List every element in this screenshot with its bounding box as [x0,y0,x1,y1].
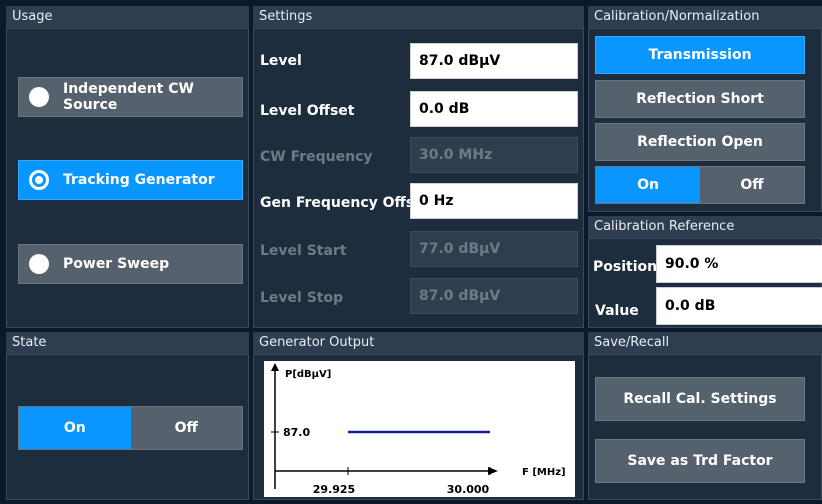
usage-option-label: Independent CW Source [63,81,194,113]
generator-output-plot: P[dBµV] 87.0 F [MHz] 29.925 30.000 [271,363,566,496]
calibration-off-button[interactable]: Off [700,167,804,203]
state-on-off-toggle[interactable]: On Off [18,406,243,450]
level-start-field: 77.0 dBµV [410,231,578,267]
save-recall-panel: Recall Cal. Settings Save as Trd Factor [588,354,822,500]
cw-frequency-label: CW Frequency [260,149,373,165]
value-field[interactable]: 0.0 dB [656,287,822,325]
level-start-label: Level Start [260,243,347,259]
usage-panel: Independent CW Source Tracking Generator… [6,28,249,328]
cw-frequency-field: 30.0 MHz [410,137,578,173]
level-stop-label: Level Stop [260,290,344,306]
level-stop-field: 87.0 dBµV [410,278,578,314]
level-offset-label: Level Offset [260,103,355,119]
usage-option-power-sweep[interactable]: Power Sweep [18,244,243,284]
calibration-on-off-toggle[interactable]: On Off [595,166,805,204]
generator-output-graph: P[dBµV] 87.0 F [MHz] 29.925 30.000 [264,361,575,497]
usage-option-independent-cw-source[interactable]: Independent CW Source [18,77,243,117]
state-off-button[interactable]: Off [131,407,243,449]
save-recall-title: Save/Recall [588,332,822,354]
transmission-button[interactable]: Transmission [595,36,805,74]
level-label: 87.0 [283,426,310,439]
gen-frequency-offset-label: Gen Frequency Offs [260,195,415,211]
generator-output-panel: P[dBµV] 87.0 F [MHz] 29.925 30.000 [253,354,584,500]
position-field[interactable]: 90.0 % [656,245,822,283]
state-on-button[interactable]: On [19,407,131,449]
x-stop-label: 30.000 [447,483,490,496]
level-field[interactable]: 87.0 dBµV [410,43,578,79]
recall-cal-settings-button[interactable]: Recall Cal. Settings [595,377,805,421]
state-panel-title: State [6,332,249,354]
reflection-short-button[interactable]: Reflection Short [595,80,805,118]
position-label: Position [593,259,658,275]
radio-unselected-icon [29,254,49,274]
calibration-panel-title: Calibration/Normalization [588,6,822,28]
y-axis-label: P[dBµV] [285,369,331,380]
save-as-trd-factor-button[interactable]: Save as Trd Factor [595,439,805,483]
x-start-label: 29.925 [313,483,355,496]
usage-option-label: Tracking Generator [63,172,215,188]
y-axis-arrow-icon [271,363,279,371]
level-offset-field[interactable]: 0.0 dB [410,91,578,127]
state-panel: On Off [6,354,249,500]
generator-output-title: Generator Output [253,332,584,354]
x-axis-label: F [MHz] [522,467,566,478]
calibration-reference-title: Calibration Reference [588,216,822,238]
reflection-open-button[interactable]: Reflection Open [595,123,805,161]
usage-option-label: Power Sweep [63,256,170,272]
level-label: Level [260,53,302,69]
value-label: Value [595,303,639,319]
gen-frequency-offset-field[interactable]: 0 Hz [410,183,578,219]
usage-option-tracking-generator[interactable]: Tracking Generator [18,160,243,200]
settings-panel: Level 87.0 dBµV Level Offset 0.0 dB CW F… [253,28,584,328]
calibration-panel: Transmission Reflection Short Reflection… [588,28,822,212]
radio-unselected-icon [29,87,49,107]
settings-panel-title: Settings [253,6,584,28]
radio-selected-icon [29,170,49,190]
calibration-on-button[interactable]: On [596,167,700,203]
calibration-reference-panel: Position 90.0 % Value 0.0 dB [588,238,822,328]
usage-panel-title: Usage [6,6,249,28]
